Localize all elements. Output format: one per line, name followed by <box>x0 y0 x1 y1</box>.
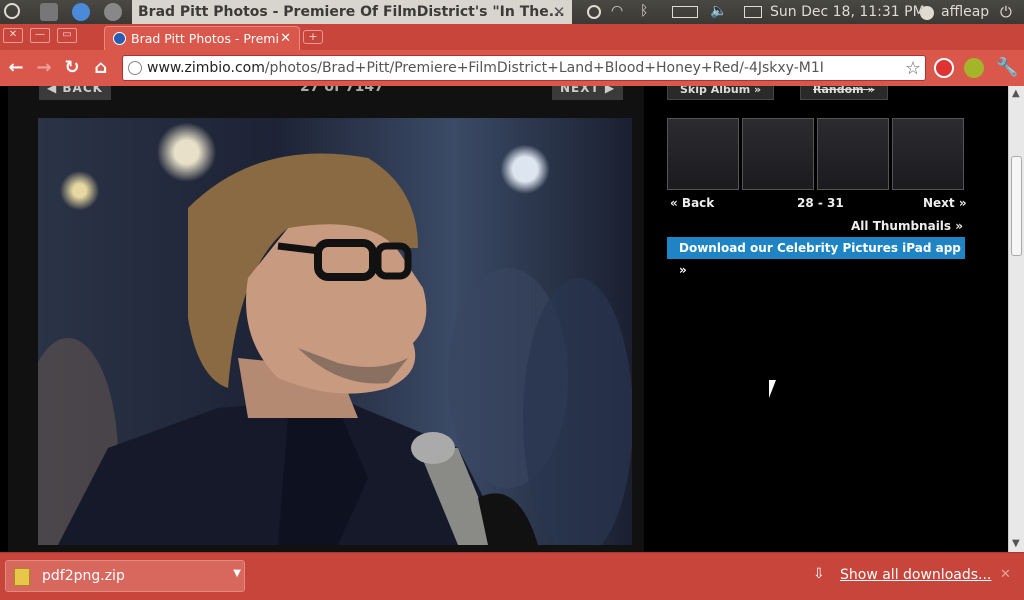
scrollbar-thumb[interactable] <box>1011 156 1022 256</box>
back-arrow-icon[interactable]: ← <box>6 58 26 78</box>
thumbnail-4[interactable] <box>892 118 964 190</box>
tab-active[interactable]: Brad Pitt Photos - Premi ✕ <box>104 26 300 50</box>
download-item[interactable]: pdf2png.zip ▼ <box>5 560 245 592</box>
download-file-name: pdf2png.zip <box>42 568 125 584</box>
clock[interactable]: Sun Dec 18, 11:31 PM <box>770 0 925 24</box>
chevron-down-icon[interactable]: ▼ <box>233 568 241 579</box>
indicator-icon[interactable] <box>587 5 601 19</box>
close-window-button[interactable]: ✕ <box>3 28 23 43</box>
home-icon[interactable]: ⌂ <box>91 58 111 78</box>
forward-arrow-icon[interactable]: → <box>34 58 54 78</box>
main-photo[interactable] <box>38 118 632 545</box>
download-arrow-icon: ⇩ <box>813 566 825 582</box>
back-button[interactable]: ◀ BACK <box>39 86 111 100</box>
tab-close-icon[interactable]: ✕ <box>280 31 291 46</box>
show-all-downloads-link[interactable]: Show all downloads... <box>840 567 991 583</box>
page-scrollbar[interactable]: ▲ ▼ <box>1008 86 1024 552</box>
chrome-icon[interactable] <box>72 3 90 21</box>
all-thumbnails-link[interactable]: All Thumbnails » <box>851 219 963 233</box>
thumbnail-1[interactable] <box>667 118 739 190</box>
wrench-menu-icon[interactable]: 🔧 <box>996 58 1018 78</box>
url-domain: www.zimbio.com <box>147 60 265 76</box>
user-icon[interactable] <box>920 6 934 20</box>
thumbnail-2[interactable] <box>742 118 814 190</box>
photo-illustration <box>38 153 632 545</box>
extension-icon[interactable] <box>964 58 984 78</box>
thumbnail-3[interactable] <box>817 118 889 190</box>
window-close-icon[interactable]: ✕ <box>551 4 567 20</box>
site-info-icon[interactable] <box>128 61 142 75</box>
thumbs-range: 28 - 31 <box>797 196 844 210</box>
new-tab-button[interactable]: + <box>303 30 323 44</box>
close-shelf-icon[interactable]: ✕ <box>1000 567 1011 582</box>
skip-album-button[interactable]: Skip Album » <box>667 86 775 100</box>
ipad-app-banner[interactable]: Download our Celebrity Pictures iPad app… <box>667 237 965 277</box>
adblock-extension-icon[interactable] <box>934 58 954 78</box>
maximize-window-button[interactable]: ▭ <box>57 28 77 43</box>
active-window-title: Brad Pitt Photos - Premiere Of FilmDistr… <box>132 0 572 24</box>
tab-title: Brad Pitt Photos - Premi <box>131 31 279 46</box>
photo-counter: 27 of 7147 <box>300 86 384 95</box>
ubuntu-logo-icon[interactable] <box>4 3 20 19</box>
thumbs-next-link[interactable]: Next » <box>923 196 967 210</box>
next-button[interactable]: NEXT ▶ <box>552 86 624 100</box>
mail-icon[interactable] <box>744 6 762 18</box>
address-bar[interactable]: www.zimbio.com/photos/Brad+Pitt/Premiere… <box>122 55 926 81</box>
bluetooth-icon[interactable]: ᛒ <box>640 3 658 21</box>
zimbio-favicon-icon <box>113 32 126 45</box>
url-path: /photos/Brad+Pitt/Premiere+FilmDistrict+… <box>264 60 824 76</box>
battery-icon[interactable] <box>672 6 698 18</box>
text-editor-icon[interactable] <box>40 3 58 21</box>
gallery-sidebar: Skip Album » Random » « Back 28 - 31 Nex… <box>660 86 970 552</box>
minimize-window-button[interactable]: — <box>30 28 50 43</box>
photo-panel: ◀ BACK 27 of 7147 NEXT ▶ <box>8 86 644 552</box>
app-launcher-icon[interactable] <box>104 3 122 21</box>
volume-icon[interactable]: 🔈 <box>710 3 728 21</box>
mouse-cursor <box>769 380 783 398</box>
scroll-down-icon[interactable]: ▼ <box>1012 538 1020 549</box>
random-button[interactable]: Random » <box>800 86 888 100</box>
scroll-up-icon[interactable]: ▲ <box>1012 88 1020 99</box>
wifi-icon[interactable]: ◠ <box>611 3 629 21</box>
thumbs-back-link[interactable]: « Back <box>670 196 714 210</box>
tab-strip: ✕ — ▭ Brad Pitt Photos - Premi ✕ + <box>0 24 1024 50</box>
web-page: ◀ BACK 27 of 7147 NEXT ▶ Skip Album » Ra… <box>0 86 1008 552</box>
browser-toolbar: ← → ↻ ⌂ www.zimbio.com/photos/Brad+Pitt/… <box>0 50 1024 86</box>
bookmark-star-icon[interactable]: ☆ <box>905 58 921 79</box>
reload-icon[interactable]: ↻ <box>62 58 82 78</box>
system-top-panel: Brad Pitt Photos - Premiere Of FilmDistr… <box>0 0 1024 24</box>
downloads-shelf: pdf2png.zip ▼ ⇩ Show all downloads... ✕ <box>0 552 1024 600</box>
zip-file-icon <box>14 568 30 586</box>
user-name[interactable]: affleap <box>941 0 989 24</box>
power-icon[interactable]: ⏻ <box>1000 3 1018 21</box>
thumbnail-strip <box>667 118 964 190</box>
